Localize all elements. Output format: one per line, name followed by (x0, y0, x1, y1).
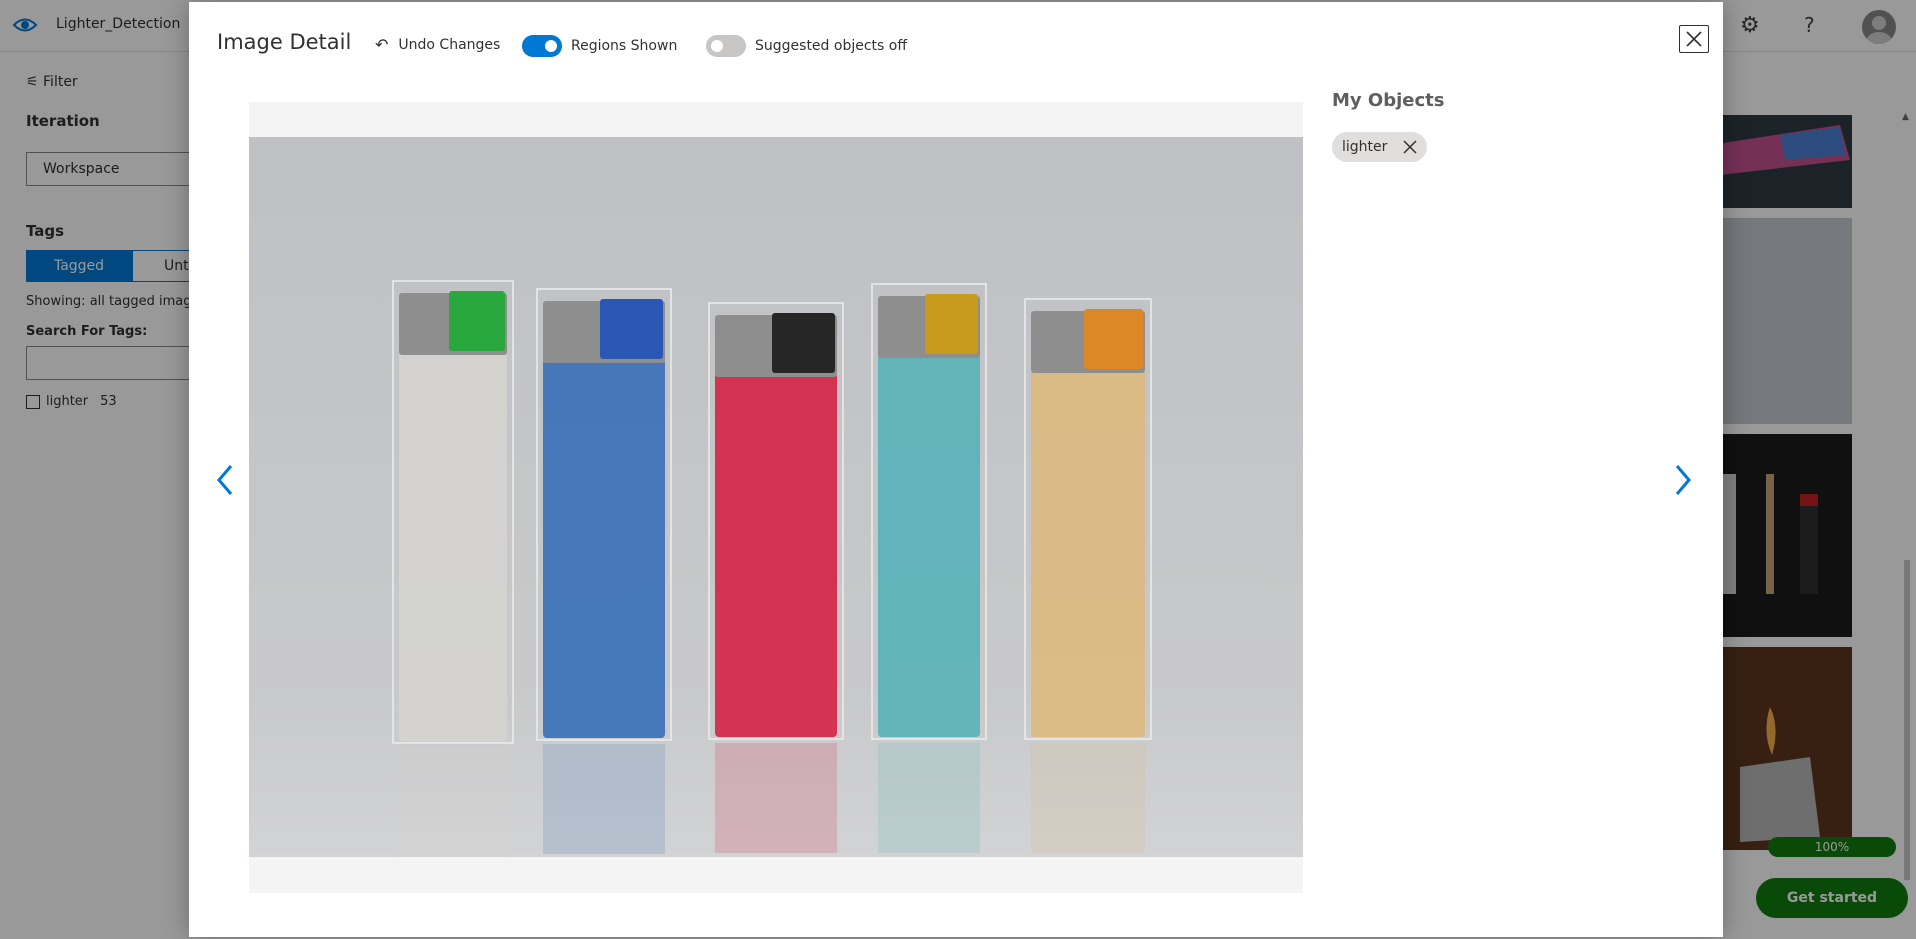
dialog-title: Image Detail (217, 30, 352, 54)
object-tag-chip[interactable]: lighter (1332, 132, 1428, 162)
toggle-knob (545, 40, 557, 52)
undo-label: Undo Changes (398, 36, 501, 53)
remove-icon[interactable] (1403, 140, 1417, 154)
toggle-knob (711, 40, 723, 52)
image-detail-dialog: Image Detail ↶ Undo Changes Regions Show… (189, 2, 1723, 937)
my-objects-title: My Objects (1332, 90, 1445, 111)
close-button[interactable] (1679, 25, 1709, 53)
undo-button[interactable]: ↶ Undo Changes (375, 35, 500, 54)
regions-label: Regions Shown (571, 38, 678, 54)
close-icon (1686, 31, 1702, 47)
object-tag-label: lighter (1342, 139, 1388, 155)
suggested-objects-toggle[interactable] (706, 35, 746, 57)
previous-image-button[interactable] (211, 460, 239, 500)
undo-icon: ↶ (375, 35, 389, 54)
lighters-photo[interactable] (249, 137, 1303, 857)
next-image-button[interactable] (1669, 460, 1697, 500)
regions-toggle[interactable] (522, 35, 562, 57)
suggested-objects-label: Suggested objects off (755, 38, 907, 54)
